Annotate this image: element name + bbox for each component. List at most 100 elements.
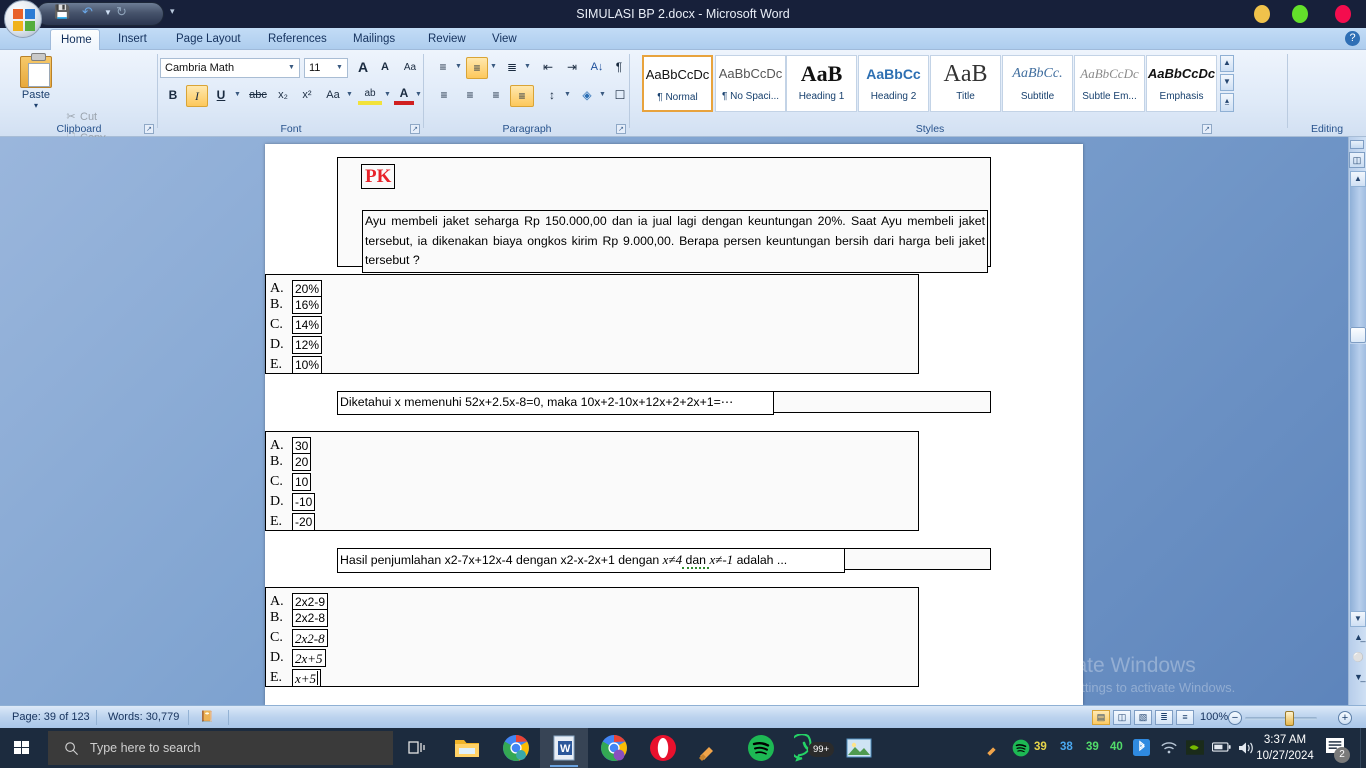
taskbar-app-photos[interactable] [835, 728, 883, 768]
undo-icon[interactable]: ↶ [82, 4, 93, 20]
option-value[interactable]: 12% [292, 336, 323, 354]
style-subtitle[interactable]: AaBbCc. Subtitle [1002, 55, 1073, 112]
numbering-dropdown-icon[interactable]: ▼ [490, 63, 497, 70]
option-value[interactable]: -10 [292, 493, 316, 511]
next-page-icon[interactable]: ▼̲ [1352, 671, 1365, 684]
tab-insert[interactable]: Insert [108, 28, 157, 50]
tray-temp-3[interactable]: 39 [1086, 741, 1099, 753]
tab-review[interactable]: Review [418, 28, 476, 50]
change-case-button[interactable]: Aa [320, 85, 346, 107]
clipboard-dialog-launcher[interactable]: ↗ [144, 124, 154, 134]
clear-formatting-button[interactable]: Aa [398, 57, 422, 79]
styles-scroll-down-icon[interactable]: ▼ [1220, 74, 1234, 91]
text-highlight-button[interactable]: ab [358, 83, 382, 105]
document-page[interactable]: PK Ayu membeli jaket seharga Rp 150.000,… [265, 144, 1083, 705]
option-row[interactable]: D. -10 [266, 492, 918, 512]
option-row[interactable]: D. 12% [266, 335, 918, 355]
show-formatting-marks-icon[interactable]: ¶ [610, 57, 628, 79]
tray-battery[interactable] [1212, 728, 1232, 768]
font-color-button[interactable]: A [394, 83, 414, 105]
paragraph-dialog-launcher[interactable]: ↗ [616, 124, 626, 134]
style-normal[interactable]: AaBbCcDc ¶ Normal [642, 55, 713, 112]
font-name-input[interactable]: Cambria Math [160, 58, 300, 78]
option-row[interactable]: E. 10% [266, 355, 918, 375]
print-layout-view-button[interactable]: ▤ [1092, 710, 1110, 725]
vertical-scrollbar[interactable]: ◫ ▲ ▼ ▲̲ ⚪ ▼̲ [1348, 137, 1366, 705]
tray-ccleaner[interactable] [985, 728, 1009, 768]
styles-scroll-up-icon[interactable]: ▲ [1220, 55, 1234, 72]
underline-button[interactable]: U [210, 85, 232, 107]
question-3-box[interactable]: Hasil penjumlahan x2-7x+12x-4 dengan x2-… [337, 548, 991, 573]
style-no-spacing[interactable]: AaBbCcDc ¶ No Spaci... [715, 55, 786, 112]
option-value[interactable]: 16% [292, 296, 323, 314]
tray-bluetooth[interactable] [1133, 728, 1151, 768]
align-center-icon[interactable]: ≡ [458, 85, 482, 107]
zoom-in-button[interactable]: + [1338, 711, 1352, 725]
grow-font-button[interactable]: A [352, 57, 374, 79]
strikethrough-button[interactable]: abc [246, 85, 270, 107]
pk-header-box[interactable]: PK Ayu membeli jaket seharga Rp 150.000,… [337, 157, 991, 273]
outline-view-button[interactable]: ≣ [1155, 710, 1173, 725]
taskbar-app-spotify[interactable] [737, 728, 785, 768]
paste-button[interactable]: Paste ▾ [14, 53, 58, 116]
split-window-button[interactable]: ◫ [1349, 152, 1365, 168]
option-row[interactable]: E. -20 [266, 512, 918, 532]
taskbar-app-whatsapp[interactable]: 99+ [786, 728, 835, 768]
help-icon[interactable]: ? [1345, 31, 1360, 46]
scroll-up-icon[interactable]: ▲ [1350, 171, 1366, 187]
option-value[interactable]: 10 [292, 473, 312, 491]
save-icon[interactable]: 💾 [54, 4, 70, 20]
minimize-button[interactable] [1254, 5, 1270, 23]
scroll-track-lower[interactable] [1350, 344, 1366, 611]
clock[interactable]: 3:37 AM 10/27/2024 [1252, 732, 1318, 764]
scroll-track-upper[interactable] [1350, 187, 1366, 327]
office-button[interactable] [4, 0, 42, 38]
style-subtle-emphasis[interactable]: AaBbCcDc Subtle Em... [1074, 55, 1145, 112]
tab-page-layout[interactable]: Page Layout [166, 28, 251, 50]
scrollbar-thumb[interactable] [1350, 327, 1366, 343]
tray-temp-1[interactable]: 39 [1034, 741, 1047, 753]
style-title[interactable]: AaB Title [930, 55, 1001, 112]
bold-button[interactable]: B [162, 85, 184, 107]
view-ruler-button[interactable] [1350, 140, 1364, 149]
option-row[interactable]: B. 16% [266, 295, 918, 315]
proofing-errors-icon[interactable]: 📔 [192, 706, 222, 729]
shading-icon[interactable]: ◈ [576, 85, 598, 107]
superscript-button[interactable]: x² [296, 85, 318, 107]
customize-qat-icon[interactable]: ▾ [170, 6, 175, 17]
word-count[interactable]: Words: 30,779 [100, 706, 187, 729]
question-2-box[interactable]: Diketahui x memenuhi 52x+2.5x-8=0, maka … [337, 391, 991, 415]
taskbar-app-microsoft-word[interactable]: W [540, 728, 588, 768]
tab-home[interactable]: Home [50, 29, 100, 50]
taskbar-app-ccleaner[interactable] [688, 728, 736, 768]
taskbar-app-google-chrome-profile[interactable] [590, 728, 638, 768]
option-row[interactable]: C. 2x2-8 [266, 628, 918, 648]
tray-temp-2[interactable]: 38 [1060, 741, 1073, 753]
font-name-dropdown-icon[interactable]: ▼ [288, 64, 295, 71]
zoom-slider-thumb[interactable] [1285, 711, 1294, 726]
tray-wifi[interactable] [1160, 728, 1180, 768]
taskbar-app-file-explorer[interactable] [443, 728, 491, 768]
zoom-slider-track[interactable] [1245, 717, 1317, 720]
line-spacing-icon[interactable]: ↕ [540, 85, 564, 107]
maximize-button[interactable] [1292, 5, 1308, 23]
multilevel-dropdown-icon[interactable]: ▼ [524, 63, 531, 70]
multilevel-list-icon[interactable]: ≣ [501, 57, 523, 79]
tray-spotify[interactable] [1012, 728, 1034, 768]
styles-more-icon[interactable]: ▴̲ [1220, 93, 1234, 112]
tray-temp-4[interactable]: 40 [1110, 741, 1123, 753]
sort-icon[interactable]: A↓ [586, 57, 608, 79]
show-desktop-button[interactable] [1360, 728, 1366, 768]
align-right-icon[interactable]: ≡ [484, 85, 508, 107]
justify-icon[interactable]: ≡ [510, 85, 534, 107]
line-spacing-dropdown-icon[interactable]: ▼ [564, 91, 571, 98]
full-screen-reading-view-button[interactable]: ◫ [1113, 710, 1131, 725]
taskbar-app-opera[interactable] [639, 728, 687, 768]
change-case-dropdown-icon[interactable]: ▼ [346, 91, 353, 98]
question-2-text[interactable]: Diketahui x memenuhi 52x+2.5x-8=0, maka … [337, 391, 774, 415]
option-value[interactable]: x+5 [292, 669, 322, 687]
subscript-button[interactable]: x₂ [272, 85, 294, 107]
font-size-dropdown-icon[interactable]: ▼ [336, 64, 343, 71]
question-1-text[interactable]: Ayu membeli jaket seharga Rp 150.000,00 … [362, 210, 988, 273]
option-row[interactable]: D. 2x+5 [266, 648, 918, 668]
